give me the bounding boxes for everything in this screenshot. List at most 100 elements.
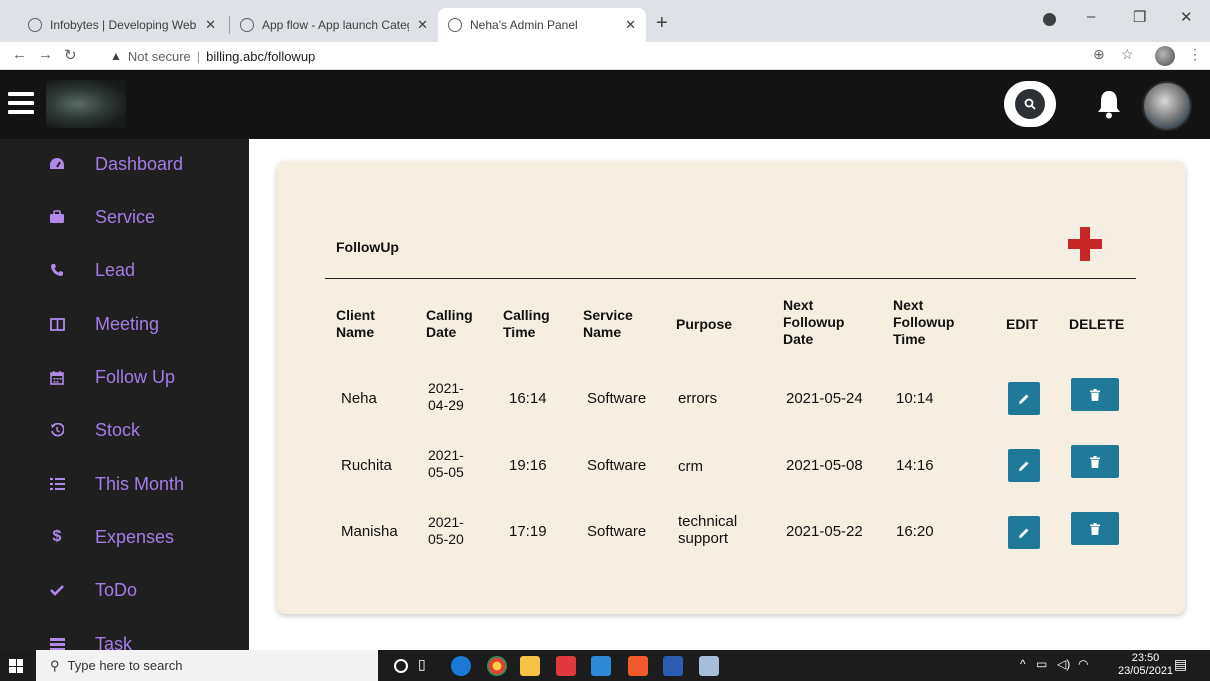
windows-start-icon[interactable] — [9, 659, 23, 673]
hamburger-menu-icon[interactable] — [8, 92, 34, 116]
warning-icon[interactable]: ▲ — [110, 49, 122, 63]
next-followup-date: 2021-05-22 — [786, 523, 863, 540]
close-tab-icon[interactable]: ✕ — [205, 17, 216, 33]
edit-button[interactable] — [1008, 516, 1040, 549]
pencil-icon — [1019, 394, 1029, 404]
system-clock[interactable]: 23:50 23/05/2021 — [1118, 652, 1173, 678]
bookmark-star-icon[interactable]: ☆ — [1121, 46, 1134, 63]
vscode-icon[interactable] — [591, 656, 611, 676]
column-header: Service Name — [583, 307, 633, 340]
git-icon[interactable] — [556, 656, 576, 676]
sidebar-item-label: Expenses — [95, 526, 175, 547]
browser-menu-icon[interactable]: ⋮ — [1188, 46, 1202, 63]
tray-chevron-icon[interactable]: ^ — [1020, 657, 1026, 671]
divider — [325, 278, 1136, 279]
site-favicon-icon — [28, 18, 42, 32]
sidebar-item-stock[interactable]: Stock — [0, 405, 249, 455]
add-followup-button[interactable] — [1066, 225, 1104, 263]
sidebar-item-task[interactable]: Task — [0, 619, 249, 650]
word-icon[interactable] — [663, 656, 683, 676]
forward-icon[interactable]: → — [38, 46, 53, 63]
calling-time: 17:19 — [509, 523, 547, 540]
chrome-icon[interactable] — [487, 656, 507, 676]
cortana-icon[interactable] — [394, 659, 408, 673]
app-icon[interactable] — [699, 656, 719, 676]
edit-button[interactable] — [1008, 382, 1040, 415]
search-icon — [1015, 89, 1045, 119]
notifications-icon[interactable]: ▤ — [1174, 656, 1187, 673]
edge-icon[interactable] — [451, 656, 471, 676]
calling-date: 2021- 05-05 — [428, 447, 464, 480]
sidebar-item-lead[interactable]: Lead — [0, 245, 249, 295]
sidebar-item-this-month[interactable]: This Month — [0, 459, 249, 509]
service-name: Software — [587, 523, 647, 540]
client-name: Neha — [341, 390, 377, 407]
sidebar-item-label: Lead — [95, 259, 136, 280]
taskbar-search-input[interactable]: ⚲ Type here to search — [36, 650, 378, 681]
check-icon — [49, 582, 65, 598]
notification-bell-icon[interactable] — [1094, 88, 1124, 120]
browser-tab[interactable]: Infobytes | Developing Websites ✕ — [18, 8, 226, 42]
task-view-icon[interactable]: ▯ — [418, 656, 438, 676]
globe-icon — [240, 18, 254, 32]
browser-tab-active[interactable]: Neha's Admin Panel ✕ — [438, 8, 646, 42]
calling-time: 16:14 — [509, 390, 547, 407]
close-window-icon[interactable]: ✕ — [1180, 8, 1193, 26]
wifi-icon[interactable]: ◠ — [1078, 657, 1088, 671]
trash-icon — [1090, 455, 1100, 468]
calling-date: 2021- 04-29 — [428, 380, 464, 413]
search-button[interactable] — [1004, 81, 1056, 127]
sidebar-item-service[interactable]: Service — [0, 192, 249, 242]
pencil-icon — [1019, 528, 1029, 538]
profile-indicator-icon[interactable] — [1043, 13, 1056, 26]
calling-time: 19:16 — [509, 457, 547, 474]
battery-icon[interactable]: ▭ — [1036, 657, 1047, 671]
restore-icon[interactable]: ❐ — [1133, 8, 1146, 26]
sidebar-item-label: Meeting — [95, 313, 160, 334]
url-field[interactable]: ▲ Not secure | billing.abc/followup — [110, 45, 315, 67]
next-followup-date: 2021-05-24 — [786, 390, 863, 407]
sidebar-item-label: Follow Up — [95, 366, 176, 387]
client-name: Manisha — [341, 523, 398, 540]
sidebar-item-todo[interactable]: ToDo — [0, 565, 249, 615]
search-placeholder: Type here to search — [67, 658, 183, 673]
browser-profile-avatar[interactable] — [1155, 46, 1175, 66]
volume-icon[interactable]: ◁) — [1057, 657, 1070, 671]
reload-icon[interactable]: ↻ — [64, 46, 77, 64]
sidebar-item-follow-up[interactable]: Follow Up — [0, 352, 249, 402]
close-tab-icon[interactable]: ✕ — [417, 17, 428, 33]
file-explorer-icon[interactable] — [520, 656, 540, 676]
minimize-icon[interactable]: – — [1087, 8, 1095, 25]
list-ol-icon — [49, 476, 65, 492]
security-label: Not secure — [127, 48, 191, 64]
user-avatar[interactable] — [1142, 81, 1192, 131]
delete-button[interactable] — [1071, 512, 1119, 545]
column-header: Client Name — [336, 307, 375, 340]
phone-icon — [49, 262, 65, 278]
history-icon — [49, 422, 65, 438]
sidebar-item-expenses[interactable]: $ Expenses — [0, 512, 249, 562]
dollar-icon: $ — [52, 528, 62, 545]
tasks-icon — [49, 636, 65, 650]
main-content: FollowUp Client Name Calling Date Calling T… — [249, 139, 1210, 650]
next-followup-time: 14:16 — [896, 457, 934, 474]
tab-title: Infobytes | Developing Websites — [50, 18, 197, 32]
column-header: Purpose — [676, 316, 733, 332]
browser-tab[interactable]: App flow - App launch Category ✕ — [230, 8, 438, 42]
sidebar-item-label: ToDo — [95, 579, 138, 600]
sidebar-item-label: Dashboard — [95, 153, 184, 174]
back-icon[interactable]: ← — [12, 46, 27, 63]
delete-button[interactable] — [1071, 445, 1119, 478]
xampp-icon[interactable] — [628, 656, 648, 676]
delete-button[interactable] — [1071, 378, 1119, 411]
edit-button[interactable] — [1008, 449, 1040, 482]
zoom-icon[interactable]: ⊕ — [1093, 46, 1105, 63]
tab-title: Neha's Admin Panel — [470, 18, 578, 32]
next-followup-date: 2021-05-08 — [786, 457, 863, 474]
service-name: Software — [587, 457, 647, 474]
close-tab-icon[interactable]: ✕ — [625, 17, 636, 33]
new-tab-button[interactable]: + — [656, 12, 668, 35]
brand-logo — [46, 80, 126, 128]
sidebar-item-meeting[interactable]: Meeting — [0, 299, 249, 349]
sidebar-item-dashboard[interactable]: Dashboard — [0, 139, 249, 189]
